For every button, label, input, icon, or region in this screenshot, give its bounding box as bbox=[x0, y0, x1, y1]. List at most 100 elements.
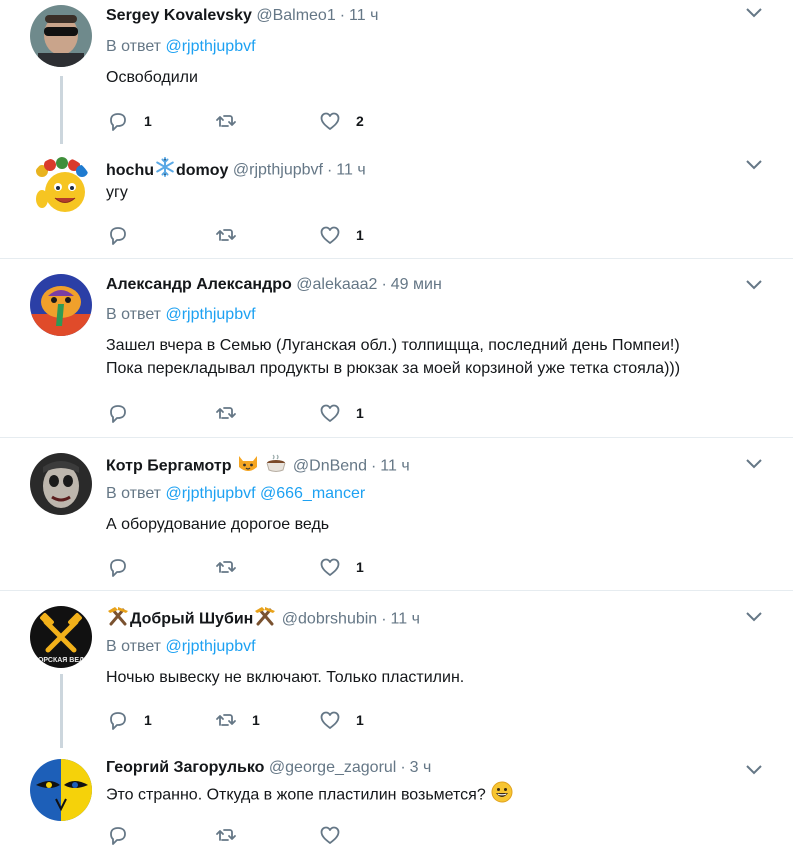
tweet-text: Освободили bbox=[106, 66, 198, 89]
tweet-header: Георгий Загорулько @george_zagorul · 3 ч bbox=[106, 757, 431, 779]
hammer-and-pick-icon bbox=[254, 606, 276, 633]
avatar[interactable] bbox=[30, 5, 92, 67]
timestamp[interactable]: 11 ч bbox=[380, 458, 409, 475]
author-name[interactable]: Георгий Загорулько bbox=[106, 759, 264, 776]
reply-mention[interactable]: @rjpthjupbvf bbox=[165, 638, 255, 655]
avatar-text: ОРСКАЯ ВЕД bbox=[38, 657, 84, 664]
reply-icon bbox=[110, 827, 126, 845]
timestamp[interactable]: 11 ч bbox=[349, 7, 378, 24]
tweet-header: Sergey Kovalevsky @Balmeo1 · 11 ч bbox=[106, 5, 378, 27]
reply-button[interactable] bbox=[106, 555, 144, 579]
chevron-down-icon[interactable] bbox=[744, 276, 764, 292]
chevron-down-icon[interactable] bbox=[744, 455, 764, 471]
separator-dot: · bbox=[381, 610, 387, 628]
like-count: 1 bbox=[356, 405, 364, 421]
reply-prefix: В ответ bbox=[106, 638, 162, 655]
avatar[interactable] bbox=[30, 759, 92, 821]
chevron-down-icon[interactable] bbox=[744, 4, 764, 20]
author-handle[interactable]: @alekaaa2 bbox=[296, 276, 377, 293]
like-button[interactable]: 1 bbox=[318, 401, 364, 425]
heart-icon bbox=[320, 558, 340, 576]
cat-face-icon bbox=[237, 453, 259, 480]
avatar-image bbox=[30, 453, 92, 515]
retweet-button[interactable] bbox=[214, 109, 252, 133]
avatar[interactable] bbox=[30, 157, 92, 219]
retweet-icon bbox=[216, 115, 236, 127]
hammer-and-pick-icon bbox=[107, 606, 129, 633]
reply-button[interactable]: 1 bbox=[106, 708, 152, 732]
like-count: 1 bbox=[356, 559, 364, 575]
reply-context: В ответ @rjpthjupbvf bbox=[106, 36, 256, 58]
thread-line bbox=[60, 674, 63, 748]
avatar[interactable] bbox=[30, 453, 92, 515]
author-name[interactable]: hochu domoy bbox=[106, 157, 228, 179]
reply-context: В ответ @rjpthjupbvf bbox=[106, 636, 256, 658]
retweet-count: 1 bbox=[252, 712, 260, 728]
retweet-button[interactable] bbox=[214, 401, 252, 425]
author-name[interactable]: Добрый Шубин bbox=[130, 611, 253, 628]
author-handle[interactable]: @Balmeo1 bbox=[256, 7, 335, 24]
heart-icon bbox=[320, 826, 340, 844]
chevron-down-icon[interactable] bbox=[744, 761, 764, 777]
reply-count: 1 bbox=[144, 113, 152, 129]
reply-mention[interactable]: @rjpthjupbvf bbox=[165, 306, 255, 323]
tweet-text: Зашел вчера в Семью (Луганская обл.) тол… bbox=[106, 334, 680, 380]
tweet-text-line: угу bbox=[106, 184, 128, 201]
like-button[interactable]: 1 bbox=[318, 555, 364, 579]
tweet-text-line: Зашел вчера в Семью (Луганская обл.) тол… bbox=[106, 337, 680, 354]
tweet-text-span: Это странно. Откуда в жопе пластилин воз… bbox=[106, 786, 486, 804]
retweet-icon bbox=[216, 714, 236, 726]
divider bbox=[0, 258, 793, 259]
like-count: 1 bbox=[356, 227, 364, 243]
chevron-down-icon[interactable] bbox=[744, 608, 764, 624]
avatar[interactable] bbox=[30, 274, 92, 336]
reply-button[interactable] bbox=[106, 823, 144, 847]
reply-count: 1 bbox=[144, 712, 152, 728]
author-handle[interactable]: @rjpthjupbvf bbox=[233, 162, 323, 179]
snowflake-icon bbox=[155, 157, 175, 184]
divider bbox=[0, 590, 793, 591]
retweet-button[interactable] bbox=[214, 823, 252, 847]
retweet-button[interactable] bbox=[214, 223, 252, 247]
like-button[interactable] bbox=[318, 823, 356, 847]
avatar-image bbox=[30, 5, 92, 67]
author-handle[interactable]: @george_zagorul bbox=[269, 759, 396, 776]
reply-icon bbox=[110, 227, 126, 245]
tweet-text-line: Ночью вывеску не включают. Только пласти… bbox=[106, 669, 465, 686]
timestamp[interactable]: 11 ч bbox=[336, 162, 365, 179]
avatar[interactable]: ОРСКАЯ ВЕД bbox=[30, 606, 92, 668]
tweet-text-line: Освободили bbox=[106, 69, 198, 86]
tweet-header: Котр Бергамотр @DnBend · 11 ч bbox=[106, 453, 410, 475]
author-handle[interactable]: @dobrshubin bbox=[282, 611, 377, 628]
author-name-part: hochu bbox=[106, 161, 154, 179]
timestamp[interactable]: 3 ч bbox=[410, 759, 432, 776]
author-name[interactable]: Александр Александро bbox=[106, 276, 292, 293]
retweet-icon bbox=[216, 829, 236, 841]
chevron-down-icon[interactable] bbox=[744, 156, 764, 172]
tweet-text-line: А оборудование дорогое ведь bbox=[106, 516, 330, 533]
reply-mention[interactable]: @rjpthjupbvf bbox=[165, 38, 255, 55]
like-button[interactable]: 1 bbox=[318, 223, 364, 247]
reply-context: В ответ @rjpthjupbvf @666_mancer bbox=[106, 483, 365, 505]
reply-prefix: В ответ bbox=[106, 485, 162, 502]
timestamp[interactable]: 11 ч bbox=[391, 611, 420, 628]
author-handle[interactable]: @DnBend bbox=[293, 458, 367, 475]
avatar-image bbox=[30, 157, 92, 219]
retweet-icon bbox=[216, 407, 236, 419]
retweet-button[interactable] bbox=[214, 555, 252, 579]
timestamp[interactable]: 49 мин bbox=[391, 276, 442, 293]
retweet-icon bbox=[216, 561, 236, 573]
retweet-button[interactable]: 1 bbox=[214, 708, 260, 732]
author-name[interactable]: Котр Бергамотр bbox=[106, 458, 232, 475]
reply-button[interactable] bbox=[106, 223, 144, 247]
reply-icon bbox=[110, 559, 126, 577]
reply-button[interactable]: 1 bbox=[106, 109, 152, 133]
separator-dot: · bbox=[400, 759, 406, 776]
reply-button[interactable] bbox=[106, 401, 144, 425]
reply-prefix: В ответ bbox=[106, 38, 162, 55]
like-button[interactable]: 2 bbox=[318, 109, 364, 133]
reply-icon bbox=[110, 712, 126, 730]
author-name[interactable]: Sergey Kovalevsky bbox=[106, 7, 252, 24]
reply-mention[interactable]: @rjpthjupbvf @666_mancer bbox=[165, 485, 365, 502]
like-button[interactable]: 1 bbox=[318, 708, 364, 732]
